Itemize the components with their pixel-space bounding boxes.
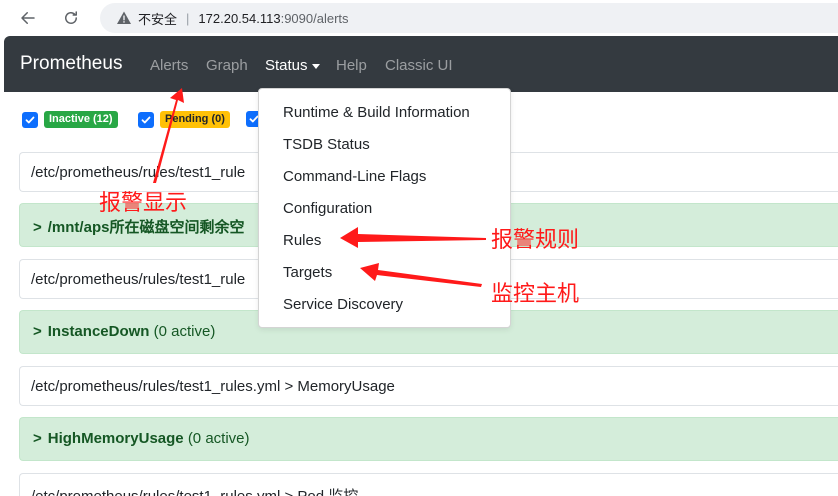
checkbox-inactive[interactable] — [22, 111, 38, 128]
nav-help[interactable]: Help — [336, 57, 367, 74]
chevron-right-icon: > — [33, 430, 42, 447]
nav-status[interactable]: Status — [265, 57, 320, 74]
menu-item-targets[interactable]: Targets — [259, 257, 510, 289]
caret-down-icon — [311, 63, 320, 69]
badge-inactive: Inactive (12) — [44, 111, 118, 128]
back-button[interactable] — [16, 6, 40, 30]
browser-toolbar: 不安全 | 172.20.54.113:9090/alerts — [0, 0, 838, 36]
alert-group-name: /mnt/aps所在磁盘空间剩余空 — [47, 219, 245, 236]
reload-icon — [65, 11, 77, 24]
top-navbar: Prometheus Alerts Graph Status Help Clas… — [4, 36, 838, 92]
menu-item-tsdb-status[interactable]: TSDB Status — [259, 129, 510, 161]
annotation-targets: 监控主机 — [491, 282, 580, 307]
check-icon — [25, 116, 35, 123]
menu-item-runtime-build-info[interactable]: Runtime & Build Information — [259, 97, 510, 129]
filter-inactive[interactable]: Inactive (12) — [22, 111, 118, 128]
menu-item-rules[interactable]: Rules — [259, 225, 510, 257]
insecure-label: 不安全 — [138, 11, 178, 27]
alert-group-name: InstanceDown — [47, 323, 150, 340]
url-separator: | — [186, 10, 190, 26]
alert-group-count: (0 active) — [187, 430, 250, 447]
annotation-alerts: 报警显示 — [99, 191, 188, 216]
nav-classic-ui[interactable]: Classic UI — [385, 57, 453, 74]
checkbox-pending[interactable] — [138, 111, 154, 128]
chevron-right-icon: > — [33, 323, 42, 340]
menu-item-service-discovery[interactable]: Service Discovery — [259, 289, 510, 321]
menu-item-configuration[interactable]: Configuration — [259, 193, 510, 225]
rule-file-row: /etc/prometheus/rules/test1_rules.yml > … — [19, 366, 838, 406]
badge-pending: Pending (0) — [160, 111, 230, 128]
nav-status-label: Status — [265, 57, 308, 74]
alert-group-name: HighMemoryUsage — [47, 430, 184, 447]
nav-graph[interactable]: Graph — [206, 57, 248, 74]
url-host: 172.20.54.113 — [198, 10, 281, 26]
filter-pending[interactable]: Pending (0) — [138, 111, 230, 128]
alert-group-count: (0 active) — [153, 323, 216, 340]
reload-button[interactable] — [59, 6, 83, 30]
alert-group-row[interactable]: > HighMemoryUsage (0 active) — [19, 417, 838, 461]
nav-alerts[interactable]: Alerts — [150, 57, 188, 74]
arrow-left-icon — [21, 12, 35, 24]
check-icon — [141, 116, 151, 123]
rule-file-row: /etc/prometheus/rules/test1_rules.yml > … — [19, 473, 838, 496]
brand-logo[interactable]: Prometheus — [20, 53, 122, 75]
status-dropdown-menu: Runtime & Build Information TSDB Status … — [258, 88, 511, 328]
address-bar[interactable]: 不安全 | 172.20.54.113:9090/alerts — [100, 3, 838, 33]
annotation-rules: 报警规则 — [491, 228, 580, 253]
warning-icon — [117, 11, 131, 24]
url-path: :9090/alerts — [280, 10, 349, 26]
menu-item-command-line-flags[interactable]: Command-Line Flags — [259, 161, 510, 193]
chevron-right-icon: > — [33, 219, 42, 236]
